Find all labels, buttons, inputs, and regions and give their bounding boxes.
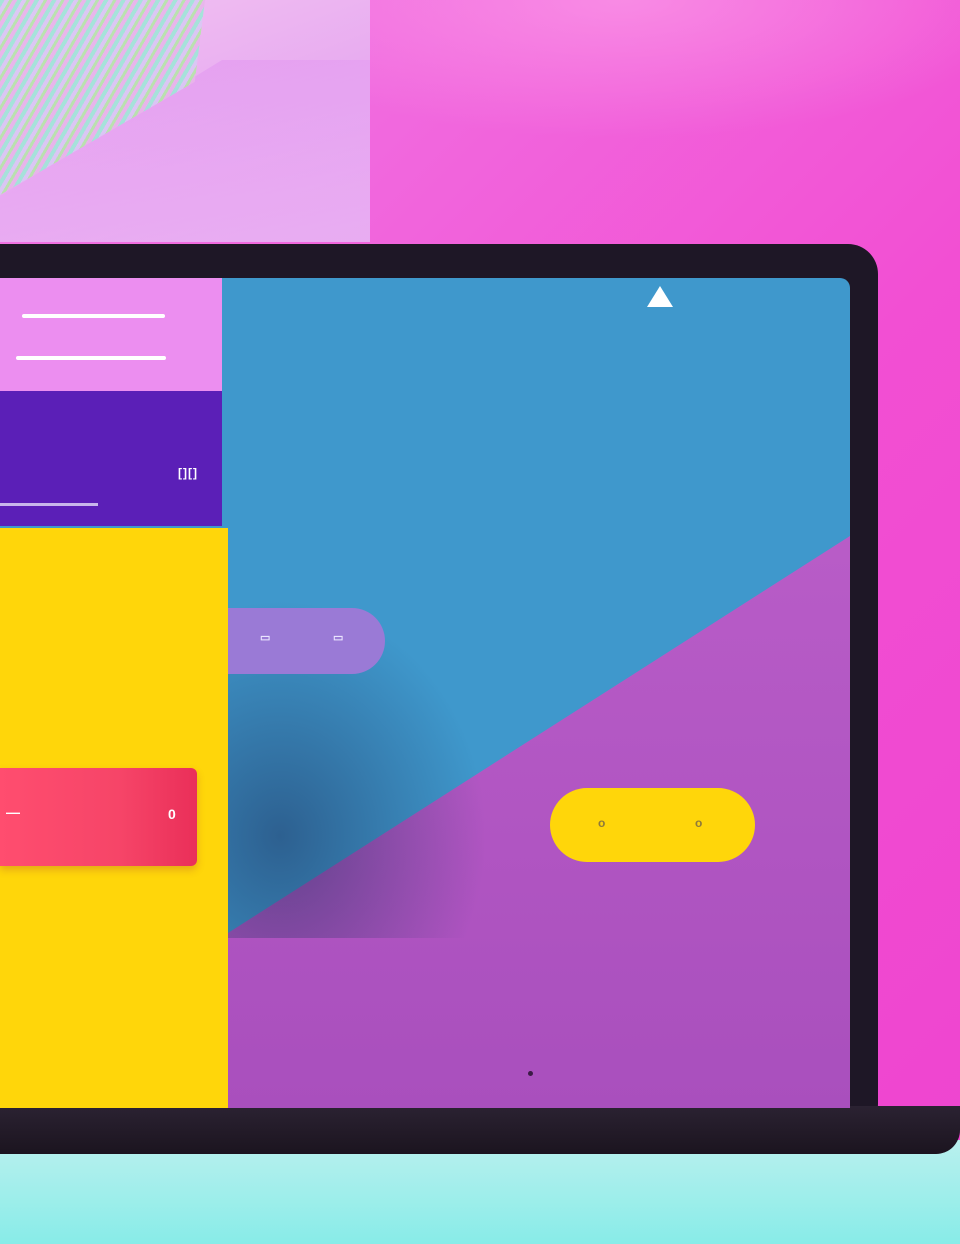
purple-panel: [][] [0, 391, 222, 526]
menu-line [22, 314, 165, 318]
indicator-dot [528, 1071, 533, 1076]
up-triangle-icon[interactable] [647, 286, 673, 307]
red-bar-left-glyph: — [6, 804, 21, 820]
floor-surface [0, 1140, 960, 1244]
laptop-base [0, 1106, 960, 1154]
yellow-pill-right-glyph: o [695, 816, 703, 830]
purple-panel-underline [0, 503, 98, 506]
menu-line [16, 356, 166, 360]
yellow-pill-left-glyph: o [598, 816, 606, 830]
lavender-pill-left-glyph: ▭ [260, 632, 272, 644]
lavender-pill-right-glyph: ▭ [333, 632, 345, 644]
lavender-pill-button[interactable]: ▭ ▭ [228, 608, 385, 674]
laptop-screen: [][] — 0 ▭ ▭ o o [0, 278, 850, 1108]
red-action-bar[interactable]: — 0 [0, 768, 197, 866]
menu-panel[interactable] [0, 278, 222, 391]
yellow-pill-button[interactable]: o o [550, 788, 755, 862]
red-bar-right-glyph: 0 [168, 806, 177, 822]
purple-panel-glyph: [][] [178, 466, 198, 480]
